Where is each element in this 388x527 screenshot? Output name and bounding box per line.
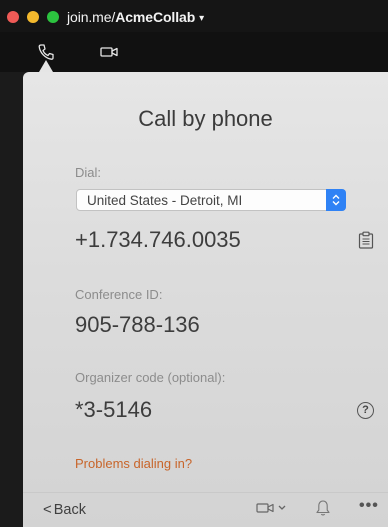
dial-location-select[interactable]: United States - Detroit, MI bbox=[76, 189, 346, 211]
active-tab-pointer bbox=[39, 60, 53, 72]
tab-video[interactable] bbox=[97, 40, 121, 64]
minimize-window-button[interactable] bbox=[27, 11, 39, 23]
notifications-button[interactable] bbox=[315, 499, 331, 522]
back-label: Back bbox=[53, 502, 87, 518]
video-camera-icon bbox=[100, 47, 118, 57]
more-options-button[interactable]: ••• bbox=[359, 497, 379, 515]
dial-label: Dial: bbox=[75, 165, 102, 180]
chevron-down-icon: ▾ bbox=[199, 13, 205, 24]
video-options-button[interactable] bbox=[256, 501, 290, 520]
zoom-window-button[interactable] bbox=[47, 11, 59, 23]
tab-bar bbox=[0, 32, 388, 72]
organizer-code-label: Organizer code (optional): bbox=[75, 370, 226, 385]
organizer-code-value: *3-5146 bbox=[75, 397, 153, 422]
phone-number: +1.734.746.0035 bbox=[75, 227, 241, 252]
dial-location-value: United States - Detroit, MI bbox=[87, 193, 243, 208]
bottom-toolbar: < Back ••• bbox=[23, 492, 388, 527]
meeting-url-menu[interactable]: join.me/AcmeCollab ▾ bbox=[67, 9, 204, 25]
phone-icon bbox=[38, 44, 54, 60]
title-bar: join.me/AcmeCollab ▾ bbox=[0, 0, 388, 32]
call-by-phone-panel: Call by phone Dial: United States - Detr… bbox=[23, 72, 388, 527]
conference-id-value: 905-788-136 bbox=[75, 312, 200, 337]
problems-dialing-link[interactable]: Problems dialing in? bbox=[75, 456, 192, 471]
close-window-button[interactable] bbox=[7, 11, 19, 23]
select-stepper-icon bbox=[326, 189, 346, 211]
chevron-left-icon: < bbox=[43, 501, 52, 518]
help-icon[interactable]: ? bbox=[357, 402, 374, 419]
panel-title: Call by phone bbox=[138, 106, 273, 131]
back-button[interactable]: < Back bbox=[43, 501, 86, 518]
meeting-url-name: AcmeCollab bbox=[115, 9, 196, 25]
bell-icon bbox=[316, 500, 330, 516]
copy-clipboard-icon[interactable] bbox=[358, 231, 374, 249]
meeting-url-prefix: join.me/ bbox=[67, 9, 116, 25]
conference-id-label: Conference ID: bbox=[75, 287, 163, 302]
app-window: join.me/AcmeCollab ▾ Call by phone Dial: … bbox=[0, 0, 388, 527]
video-camera-icon bbox=[256, 503, 286, 513]
